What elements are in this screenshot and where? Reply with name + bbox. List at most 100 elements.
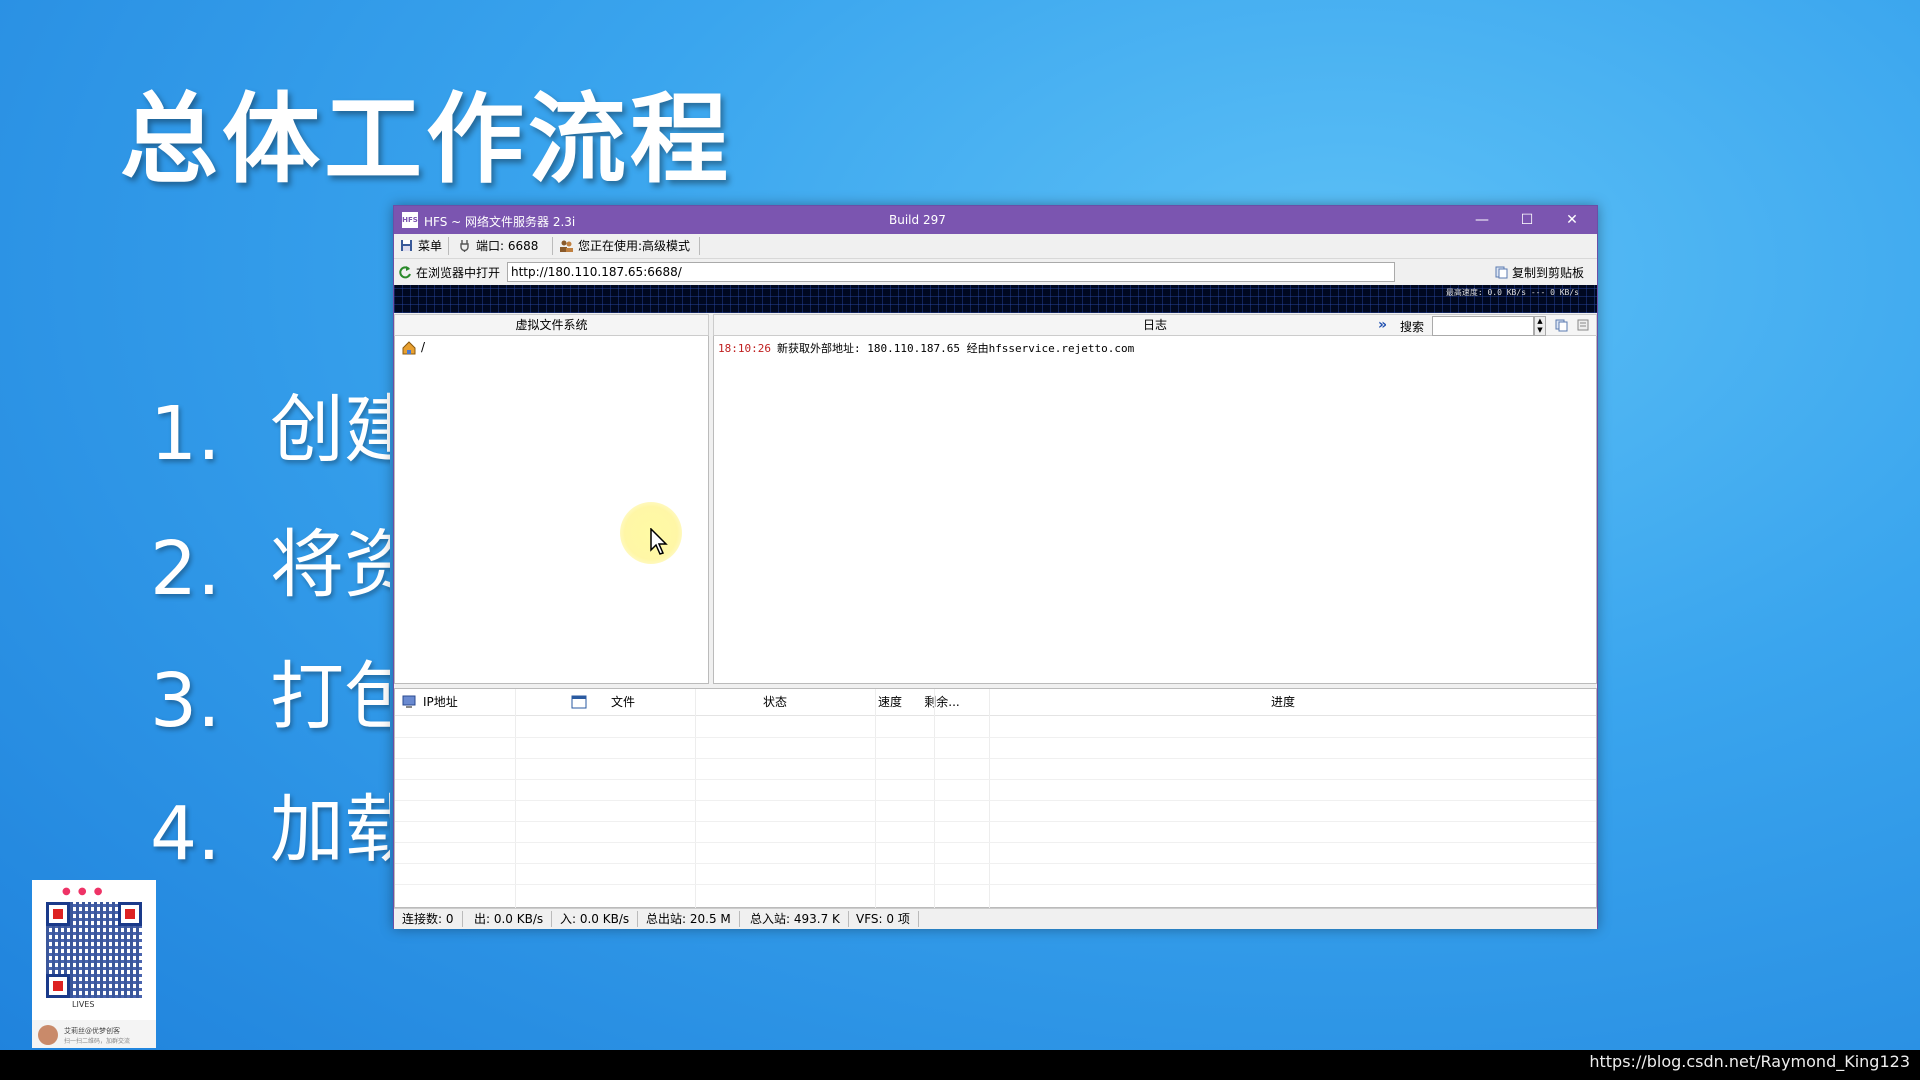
close-button[interactable]: ✕ [1549, 208, 1595, 232]
copy-label: 复制到剪贴板 [1512, 266, 1585, 280]
column-progress[interactable]: 进度 [970, 689, 1596, 715]
url-bar: 在浏览器中打开 复制到剪贴板 [394, 259, 1597, 285]
copy-log-icon[interactable] [1554, 318, 1568, 332]
log-header: 日志 » 搜索 ▲ ▼ [713, 314, 1597, 336]
hfs-app-icon: HFS [402, 212, 418, 228]
row-gridline [395, 821, 1596, 822]
qr-badge: ● ● ● LIVES 艾莉丝@优梦创客 扫一扫二维码，加群交流 [32, 880, 156, 1048]
row-gridline [395, 737, 1596, 738]
step-number: 3. [150, 658, 221, 744]
log-header-label: 日志 [1142, 318, 1167, 332]
toolbar-divider [552, 237, 553, 255]
toolbar-divider [699, 237, 700, 255]
column-ip[interactable]: IP地址 [401, 689, 503, 715]
step-1: 1. 创建 [150, 370, 390, 477]
log-entry: 18:10:26 新获取外部地址: 180.110.187.65 经由hfsser… [718, 340, 1134, 356]
column-speed[interactable]: 速度 [866, 689, 914, 715]
search-spinner[interactable]: ▲ ▼ [1534, 316, 1546, 336]
step-number: 4. [150, 791, 221, 877]
toolbar: 菜单 端口: 6688 您正在使用:高级模式 [394, 234, 1597, 259]
slide-title: 总体工作流程 [120, 83, 733, 197]
vfs-panel: 虚拟文件系统 / [394, 314, 709, 684]
qr-finder [46, 974, 70, 998]
status-total-out: 总出站: 20.5 M [646, 911, 740, 927]
minimize-button[interactable]: — [1459, 208, 1505, 232]
search-label: 搜索 [1400, 320, 1425, 334]
clipboard-icon [1495, 266, 1508, 279]
column-status[interactable]: 状态 [685, 689, 865, 715]
connections-table[interactable]: IP地址 文件 状态 速度 剩余... 进度 [394, 688, 1597, 909]
menu-label: 菜单 [418, 239, 443, 253]
mode-button[interactable]: 您正在使用:高级模式 [558, 238, 690, 254]
column-file-label: 文件 [610, 695, 635, 709]
row-gridline [395, 863, 1596, 864]
open-in-browser-label: 在浏览器中打开 [416, 266, 501, 280]
bandwidth-graph: 最高速度: 0.0 KB/s --- 0 KB/s [394, 285, 1597, 313]
menu-button[interactable]: 菜单 [398, 238, 442, 254]
expand-arrows-icon[interactable]: » [1378, 315, 1387, 335]
log-body[interactable]: 18:10:26 新获取外部地址: 180.110.187.65 经由hfsser… [713, 336, 1597, 684]
title-bar[interactable]: HFS HFS ~ 网络文件服务器 2.3i Build 297 — ☐ ✕ [394, 206, 1597, 234]
column-divider [875, 689, 876, 909]
connections-header: IP地址 文件 状态 速度 剩余... 进度 [395, 689, 1596, 716]
qr-author-sub: 扫一扫二维码，加群交流 [64, 1038, 131, 1045]
search-input[interactable] [1432, 316, 1534, 336]
column-file[interactable]: 文件 [563, 689, 663, 715]
home-folder-icon [402, 341, 416, 355]
step-number: 1. [150, 391, 221, 477]
toolbar-divider [448, 237, 449, 255]
status-vfs: VFS: 0 项 [856, 911, 919, 927]
url-field[interactable] [507, 262, 1395, 282]
vfs-root-item[interactable]: / [401, 340, 426, 355]
window-title: HFS ~ 网络文件服务器 2.3i [424, 215, 576, 229]
qr-finder [46, 902, 70, 926]
step-text: 将资 [270, 522, 390, 608]
main-panes: 虚拟文件系统 / 日志 » 搜索 ▲ ▼ 18:10:26 新获取外部地址: 1… [394, 314, 1597, 684]
column-divider [989, 689, 990, 909]
qr-lives-label: LIVES [72, 1000, 95, 1009]
port-label: 端口: 6688 [476, 239, 539, 253]
log-message: 新获取外部地址: 180.110.187.65 经由hfsservice.rej… [776, 342, 1135, 355]
step-text: 创建 [270, 387, 390, 473]
column-divider [695, 689, 696, 909]
mode-label: 您正在使用:高级模式 [578, 239, 691, 253]
plug-icon [460, 240, 469, 252]
maximize-button[interactable]: ☐ [1504, 208, 1550, 232]
clear-log-icon[interactable] [1576, 318, 1590, 332]
step-number: 2. [150, 526, 221, 612]
step-text: 加载 [270, 787, 390, 873]
watermark: https://blog.csdn.net/Raymond_King123 [1589, 1052, 1910, 1071]
row-gridline [395, 758, 1596, 759]
port-button[interactable]: 端口: 6688 [456, 238, 538, 254]
users-icon [560, 240, 573, 252]
window-file-icon [571, 695, 587, 709]
copy-to-clipboard-button[interactable]: 复制到剪贴板 [1494, 264, 1584, 281]
column-remaining[interactable]: 剩余... [915, 689, 969, 715]
qr-finder [118, 902, 142, 926]
open-in-browser-button[interactable]: 在浏览器中打开 [398, 264, 500, 281]
qr-author-name: 艾莉丝@优梦创客 [64, 1027, 120, 1035]
step-3: 3. 打包 [150, 637, 390, 744]
row-gridline [395, 884, 1596, 885]
vfs-header: 虚拟文件系统 [394, 314, 709, 336]
save-disk-icon [401, 240, 412, 251]
vfs-root-label: / [421, 340, 426, 354]
status-bar: 连接数: 0 出: 0.0 KB/s 入: 0.0 KB/s 总出站: 20.5… [394, 908, 1597, 929]
step-2: 2. 将资 [150, 505, 390, 612]
row-gridline [395, 842, 1596, 843]
step-text: 打包 [270, 654, 390, 740]
log-time: 18:10:26 [718, 342, 771, 355]
status-in: 入: 0.0 KB/s [560, 911, 639, 927]
column-divider [515, 689, 516, 909]
status-connections: 连接数: 0 [402, 911, 463, 927]
mouse-pointer-icon [650, 528, 668, 555]
row-gridline [395, 800, 1596, 801]
network-icon [402, 695, 416, 708]
avatar [38, 1025, 58, 1045]
row-gridline [395, 779, 1596, 780]
log-panel: 日志 » 搜索 ▲ ▼ 18:10:26 新获取外部地址: 180.110.187.… [713, 314, 1597, 684]
speed-readout: 最高速度: 0.0 KB/s --- 0 KB/s [1445, 288, 1579, 297]
status-out: 出: 0.0 KB/s [474, 911, 553, 927]
hfs-window: HFS HFS ~ 网络文件服务器 2.3i Build 297 — ☐ ✕ 菜… [393, 205, 1598, 929]
build-label: Build 297 [889, 213, 946, 227]
